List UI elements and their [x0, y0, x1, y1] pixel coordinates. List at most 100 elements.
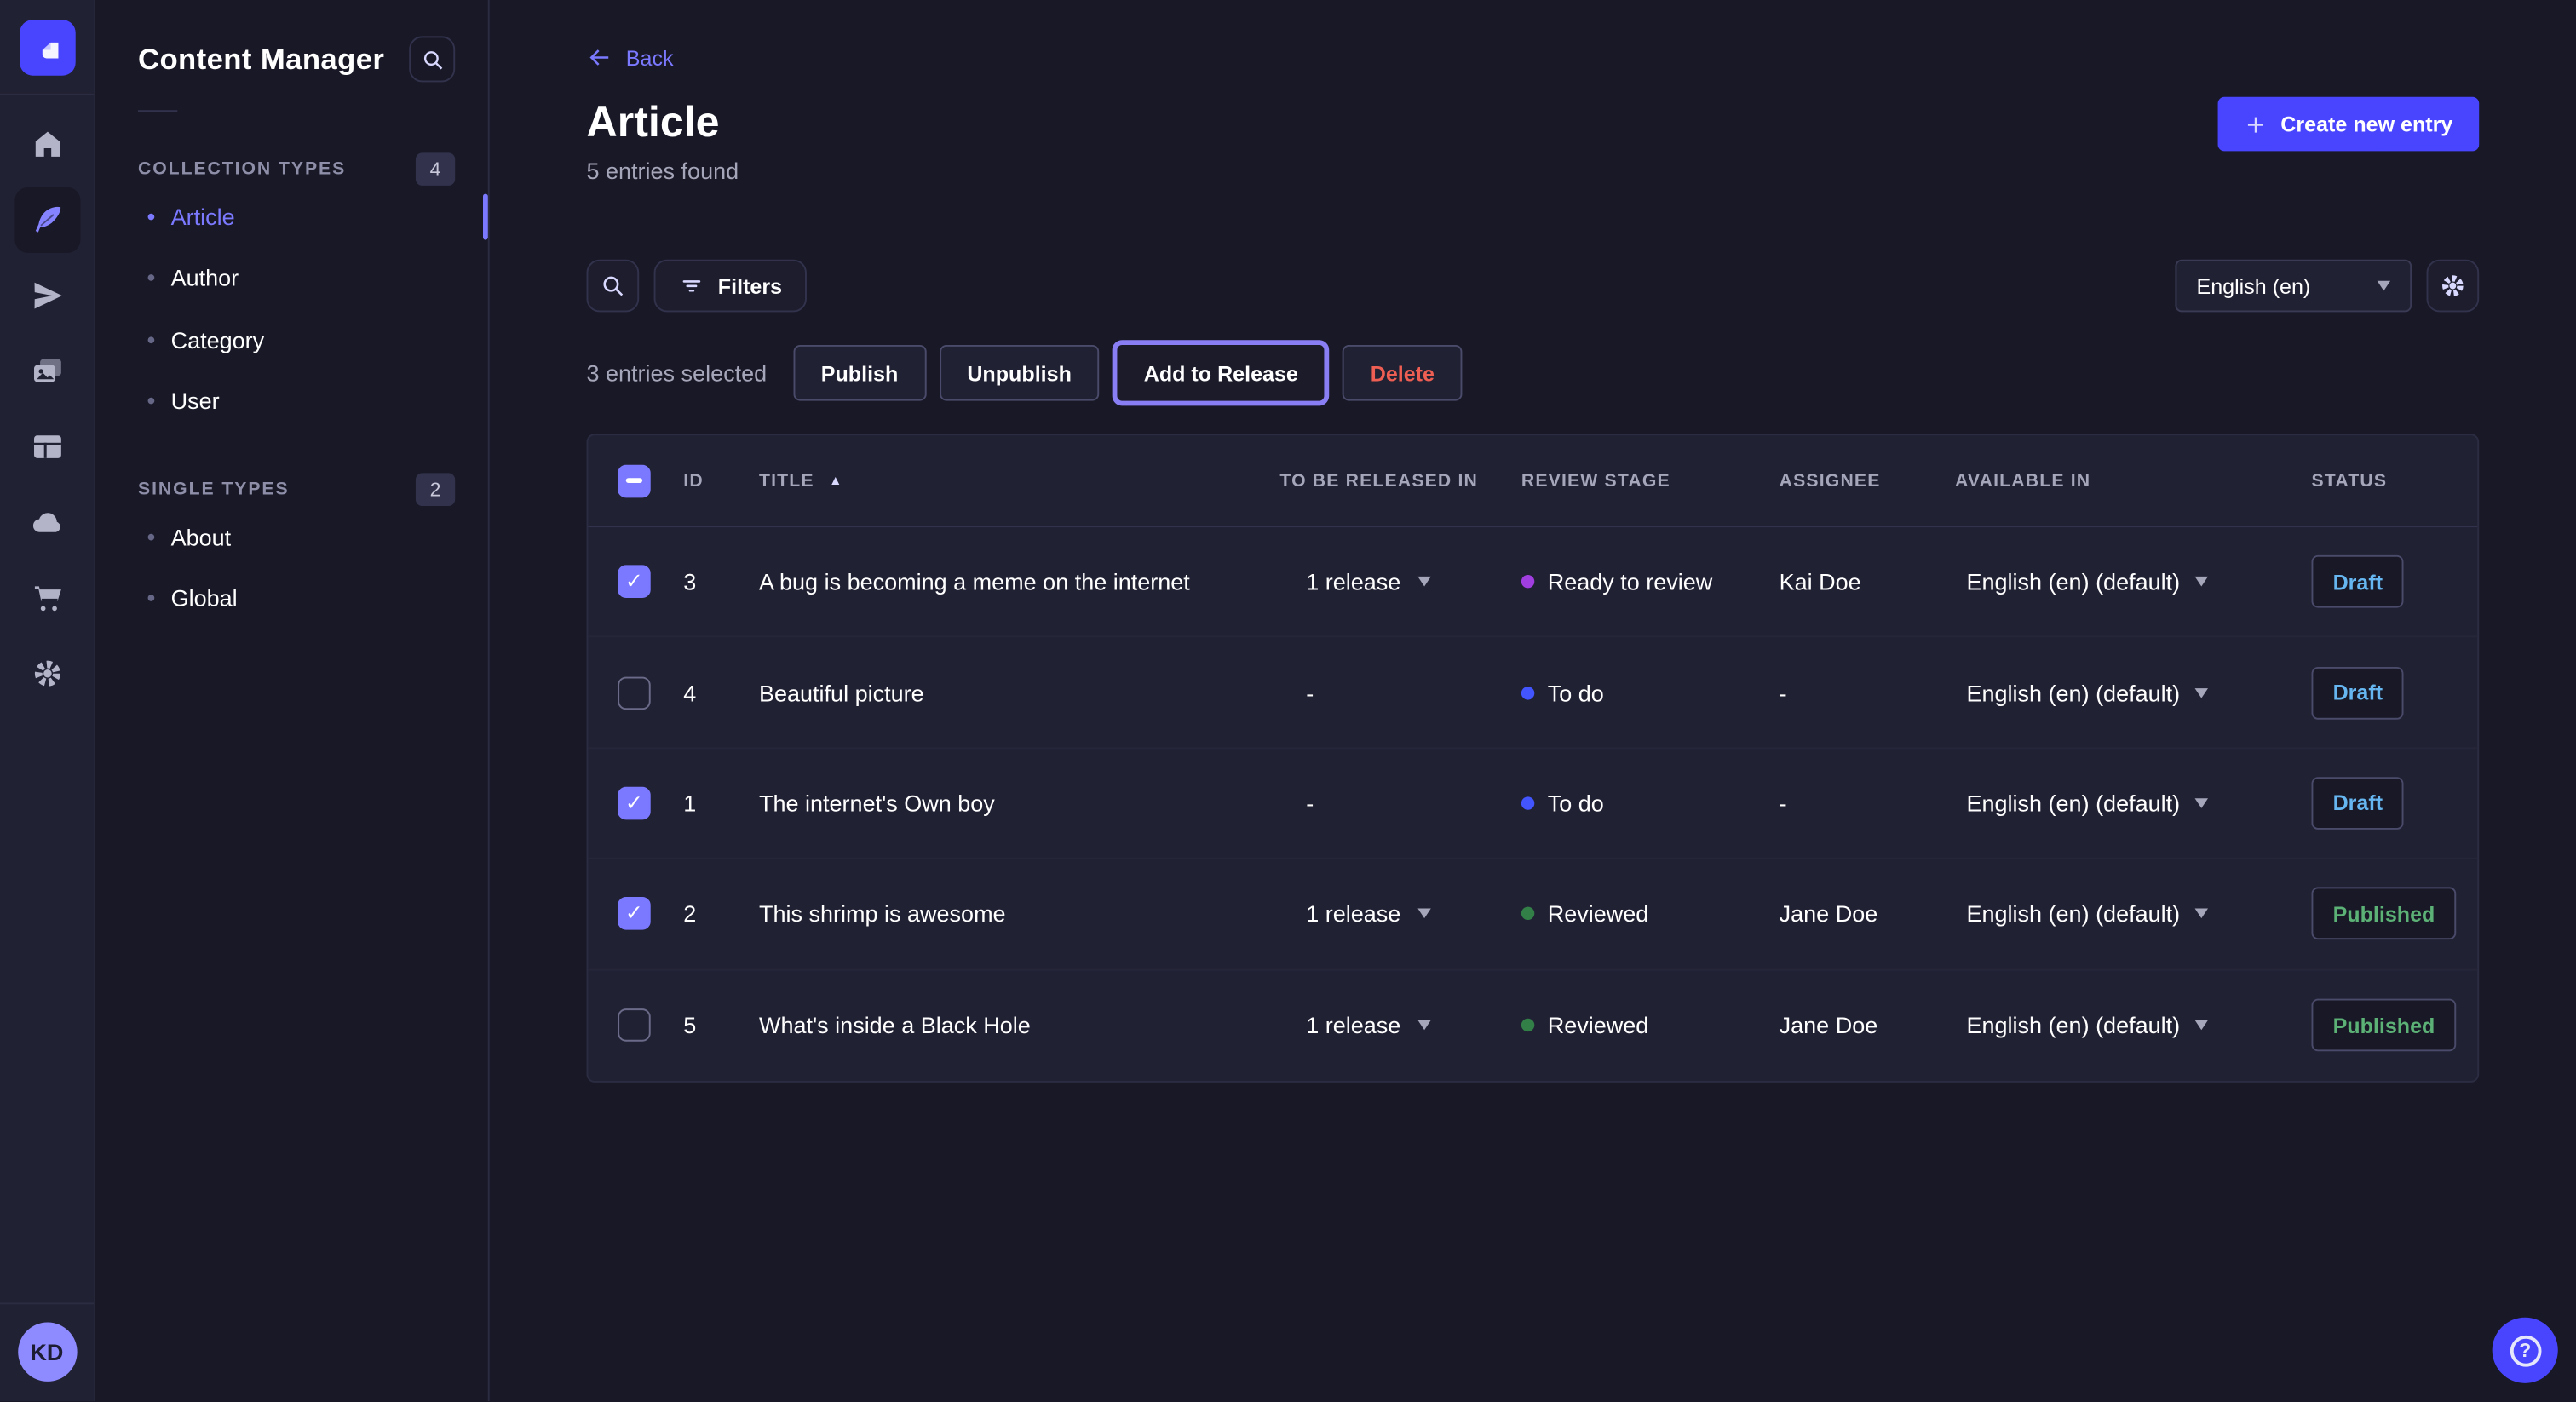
release-value: 1 release	[1306, 569, 1400, 595]
column-header-title[interactable]: TITLE	[759, 471, 1279, 491]
sidebar-item-label: Category	[171, 326, 265, 353]
locale-dropdown[interactable]: English (en) (default)	[1955, 680, 2311, 706]
deploy-cloud-icon[interactable]	[14, 490, 79, 555]
sidebar-item-user[interactable]: User	[95, 371, 488, 432]
content-type-builder-layout-icon[interactable]	[14, 414, 79, 480]
sidebar-title: Content Manager	[138, 42, 384, 76]
bullet-icon	[148, 595, 155, 602]
nav-rail: KD	[0, 0, 95, 1402]
bullet-icon	[148, 275, 155, 282]
sidebar-item-article[interactable]: Article	[95, 186, 488, 247]
filters-button[interactable]: Filters	[654, 260, 807, 313]
stage-label: To do	[1548, 790, 1604, 817]
sidebar-search-button[interactable]	[409, 36, 455, 82]
locale-dropdown[interactable]: English (en) (default)	[1955, 1012, 2311, 1038]
back-link[interactable]: Back	[586, 44, 673, 71]
unpublish-button[interactable]: Unpublish	[940, 345, 1100, 401]
column-header-review-stage[interactable]: REVIEW STAGE	[1521, 471, 1780, 491]
column-header-status[interactable]: STATUS	[2311, 471, 2477, 491]
bullet-icon	[148, 213, 155, 220]
table-row[interactable]: 1 The internet's Own boy - To do - Engli…	[588, 749, 2477, 859]
locale-dropdown[interactable]: English (en) (default)	[1955, 790, 2311, 817]
table-row[interactable]: 2 This shrimp is awesome 1 release Revie…	[588, 859, 2477, 970]
search-button[interactable]	[586, 260, 639, 313]
sidebar-item-global[interactable]: Global	[95, 567, 488, 629]
cell-review-stage: Ready to review	[1521, 569, 1780, 595]
active-indicator	[483, 193, 488, 239]
row-checkbox[interactable]	[618, 898, 651, 931]
caret-down-icon	[1417, 909, 1430, 919]
table-row[interactable]: 3 A bug is becoming a meme on the intern…	[588, 527, 2477, 638]
cell-title: The internet's Own boy	[759, 790, 1279, 817]
content-manager-feather-icon[interactable]	[14, 187, 79, 253]
locale-value: English (en) (default)	[1966, 1012, 2180, 1038]
single-types-count-badge: 2	[416, 473, 455, 506]
cell-id: 4	[651, 680, 759, 706]
release-dropdown[interactable]: 1 release	[1279, 569, 1521, 595]
status-badge: Draft	[2311, 555, 2404, 608]
column-header-available-in[interactable]: AVAILABLE IN	[1955, 471, 2311, 491]
page-title: Article	[586, 97, 739, 147]
table-row[interactable]: 5 What's inside a Black Hole 1 release R…	[588, 970, 2477, 1081]
strapi-logo-icon[interactable]	[19, 19, 75, 75]
column-header-release[interactable]: TO BE RELEASED IN	[1279, 471, 1521, 491]
release-value: -	[1306, 680, 1314, 706]
release-dropdown[interactable]: 1 release	[1279, 901, 1521, 928]
home-icon[interactable]	[14, 112, 79, 177]
sidebar-item-label: Global	[171, 585, 238, 612]
back-label: Back	[626, 45, 674, 70]
release-value: -	[1306, 790, 1314, 817]
user-avatar[interactable]: KD	[17, 1323, 76, 1382]
cell-title: Beautiful picture	[759, 680, 1279, 706]
column-header-assignee[interactable]: ASSIGNEE	[1780, 471, 1955, 491]
release-dropdown[interactable]: -	[1279, 680, 1521, 706]
row-checkbox[interactable]	[618, 787, 651, 820]
sidebar-item-about[interactable]: About	[95, 506, 488, 567]
stage-label: To do	[1548, 680, 1604, 706]
locale-select[interactable]: English (en)	[2175, 260, 2412, 313]
row-checkbox[interactable]	[618, 1009, 651, 1043]
sidebar-item-category[interactable]: Category	[95, 309, 488, 371]
settings-gear-icon[interactable]	[14, 641, 79, 706]
cell-id: 1	[651, 790, 759, 817]
delete-button[interactable]: Delete	[1343, 345, 1463, 401]
table-header-row: ID TITLE TO BE RELEASED IN REVIEW STAGE …	[588, 435, 2477, 527]
release-value: 1 release	[1306, 1012, 1400, 1038]
media-library-icon[interactable]	[14, 338, 79, 404]
locale-select-value: English (en)	[2196, 273, 2310, 298]
cell-id: 3	[651, 569, 759, 595]
release-dropdown[interactable]: 1 release	[1279, 1012, 1521, 1038]
cell-review-stage: Reviewed	[1521, 901, 1780, 928]
releases-paper-plane-icon[interactable]	[14, 263, 79, 329]
create-new-entry-button[interactable]: Create new entry	[2218, 97, 2479, 152]
marketplace-cart-icon[interactable]	[14, 565, 79, 630]
main-content: Back Article 5 entries found Create new …	[490, 0, 2576, 1402]
section-label-collection-types: COLLECTION TYPES	[138, 159, 346, 179]
select-all-checkbox[interactable]	[618, 464, 651, 497]
caret-down-icon	[2194, 1020, 2207, 1031]
app-window: KD Content Manager COLLECTION TYPES 4 Ar…	[0, 0, 2576, 1402]
view-settings-gear-button[interactable]	[2426, 260, 2479, 313]
stage-dot-icon	[1521, 796, 1534, 809]
section-label-single-types: SINGLE TYPES	[138, 480, 290, 499]
row-checkbox[interactable]	[618, 566, 651, 599]
locale-dropdown[interactable]: English (en) (default)	[1955, 569, 2311, 595]
caret-down-icon	[2194, 687, 2207, 698]
table-row[interactable]: 4 Beautiful picture - To do - English (e…	[588, 638, 2477, 749]
bullet-icon	[148, 336, 155, 343]
divider	[138, 110, 177, 112]
status-badge: Published	[2311, 888, 2456, 940]
caret-down-icon	[1417, 577, 1430, 587]
locale-dropdown[interactable]: English (en) (default)	[1955, 901, 2311, 928]
sidebar-item-author[interactable]: Author	[95, 247, 488, 308]
status-badge: Draft	[2311, 777, 2404, 830]
column-header-id[interactable]: ID	[651, 471, 759, 491]
plus-icon	[2245, 112, 2268, 135]
publish-button[interactable]: Publish	[793, 345, 926, 401]
filter-icon	[678, 273, 704, 299]
release-dropdown[interactable]: -	[1279, 790, 1521, 817]
add-to-release-button[interactable]: Add to Release	[1113, 340, 1329, 405]
cell-id: 2	[651, 901, 759, 928]
row-checkbox[interactable]	[618, 676, 651, 710]
back-arrow-icon	[586, 44, 612, 71]
